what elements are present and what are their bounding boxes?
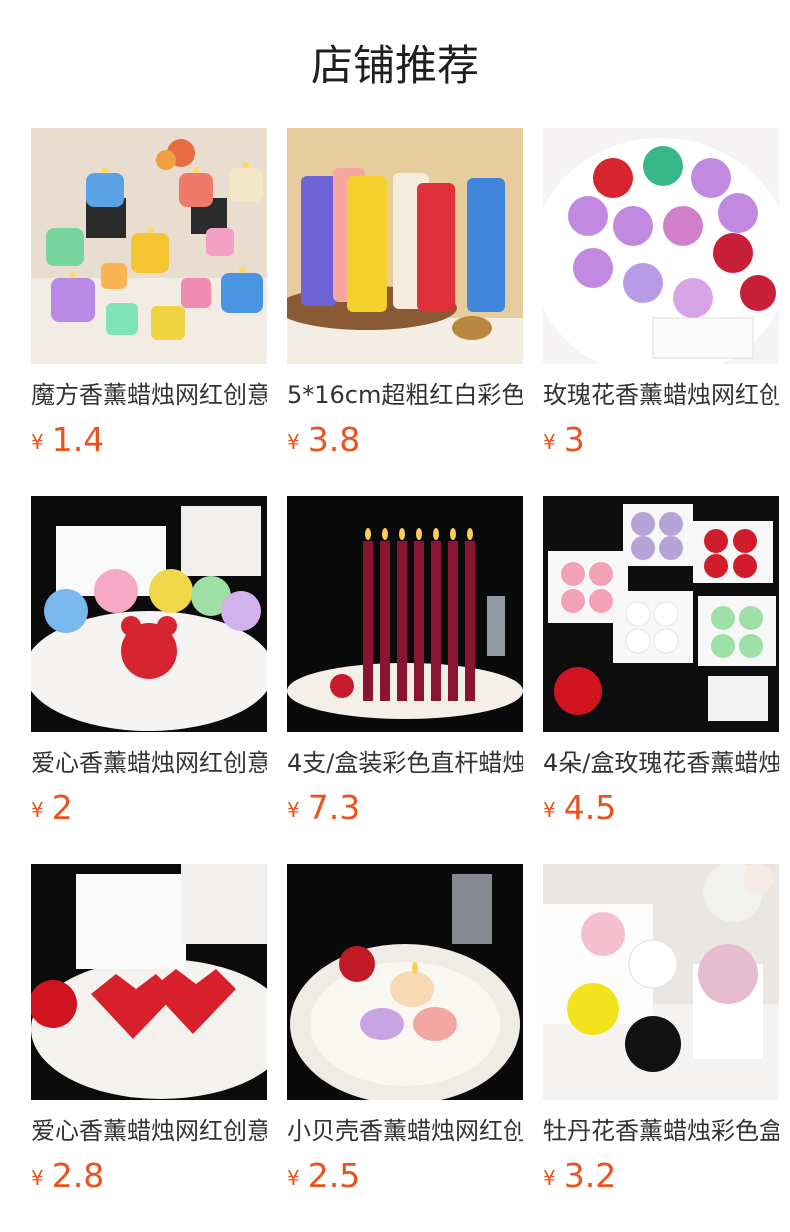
price-value: 2.5 bbox=[307, 1156, 361, 1195]
product-card[interactable]: 小贝壳香薰蜡烛网红创意 ¥2.5 bbox=[287, 864, 523, 1202]
price-value: 1.4 bbox=[51, 420, 105, 459]
currency-symbol: ¥ bbox=[287, 430, 300, 454]
product-card[interactable]: 玫瑰花香薰蜡烛网红创意 ¥3 bbox=[543, 128, 779, 466]
product-image-pillar-candles[interactable] bbox=[287, 128, 523, 364]
product-price: ¥2.8 bbox=[31, 1156, 267, 1202]
price-value: 3.8 bbox=[307, 420, 361, 459]
product-image-shell-candles[interactable] bbox=[287, 864, 523, 1100]
store-recommendation-page: 店铺推荐 魔方香薰蜡烛网红创意 ¥ 1.4 5*16cm超粗红白彩色 ¥ 3.8… bbox=[0, 0, 790, 1232]
currency-symbol: ¥ bbox=[543, 430, 556, 454]
product-price: ¥4.5 bbox=[543, 788, 779, 834]
price-value: 3 bbox=[563, 420, 585, 459]
page-title: 店铺推荐 bbox=[310, 41, 479, 90]
product-name: 4支/盒装彩色直杆蜡烛 bbox=[287, 749, 523, 777]
product-name: 5*16cm超粗红白彩色 bbox=[287, 381, 523, 409]
product-card[interactable]: 牡丹花香薰蜡烛彩色盒装 ¥3.2 bbox=[543, 864, 779, 1202]
product-name: 玫瑰花香薰蜡烛网红创意 bbox=[543, 381, 779, 409]
product-price: ¥2.5 bbox=[287, 1156, 523, 1202]
product-image-rose-candles[interactable] bbox=[543, 128, 779, 364]
product-price: ¥7.3 bbox=[287, 788, 523, 834]
product-name: 爱心香薰蜡烛网红创意 bbox=[31, 749, 267, 777]
product-image-peony-candles[interactable] bbox=[543, 864, 779, 1100]
price-value: 2 bbox=[51, 788, 73, 827]
product-price: ¥3 bbox=[543, 420, 779, 466]
product-card[interactable]: 4支/盒装彩色直杆蜡烛 ¥7.3 bbox=[287, 496, 523, 834]
price-value: 4.5 bbox=[563, 788, 617, 827]
product-name: 4朵/盒玫瑰花香薰蜡烛 bbox=[543, 749, 779, 777]
currency-symbol: ¥ bbox=[543, 798, 556, 822]
currency-symbol: ¥ bbox=[543, 1166, 556, 1190]
product-name: 小贝壳香薰蜡烛网红创意 bbox=[287, 1117, 523, 1145]
product-name: 魔方香薰蜡烛网红创意 bbox=[31, 381, 267, 409]
currency-symbol: ¥ bbox=[287, 798, 300, 822]
price-value: 3.2 bbox=[563, 1156, 617, 1195]
product-price: ¥3.8 bbox=[287, 420, 523, 466]
currency-symbol: ¥ bbox=[31, 1166, 44, 1190]
product-image-rose-box-candles[interactable] bbox=[543, 496, 779, 732]
product-image-bear-candles[interactable] bbox=[31, 496, 267, 732]
product-name: 爱心香薰蜡烛网红创意 bbox=[31, 1117, 267, 1145]
currency-symbol: ¥ bbox=[31, 798, 44, 822]
product-image-cube-candles[interactable] bbox=[31, 128, 267, 364]
product-card[interactable]: 4朵/盒玫瑰花香薰蜡烛 ¥4.5 bbox=[543, 496, 779, 834]
product-image-heart-candles[interactable] bbox=[31, 864, 267, 1100]
product-card[interactable]: 5*16cm超粗红白彩色 ¥3.8 bbox=[287, 128, 523, 466]
product-card[interactable]: 爱心香薰蜡烛网红创意 ¥2.8 bbox=[31, 864, 267, 1202]
product-card[interactable]: 魔方香薰蜡烛网红创意 ¥1.4 bbox=[31, 128, 267, 466]
currency-symbol: ¥ bbox=[31, 430, 44, 454]
product-price: ¥2 bbox=[31, 788, 267, 834]
product-name: 牡丹花香薰蜡烛彩色盒装 bbox=[543, 1117, 779, 1145]
price-value: 7.3 bbox=[307, 788, 361, 827]
product-price: ¥3.2 bbox=[543, 1156, 779, 1202]
currency-symbol: ¥ bbox=[287, 1166, 300, 1190]
product-price: ¥1.4 bbox=[31, 420, 267, 466]
product-image-taper-candles[interactable] bbox=[287, 496, 523, 732]
product-card[interactable]: 爱心香薰蜡烛网红创意 ¥2 bbox=[31, 496, 267, 834]
price-value: 2.8 bbox=[51, 1156, 105, 1195]
